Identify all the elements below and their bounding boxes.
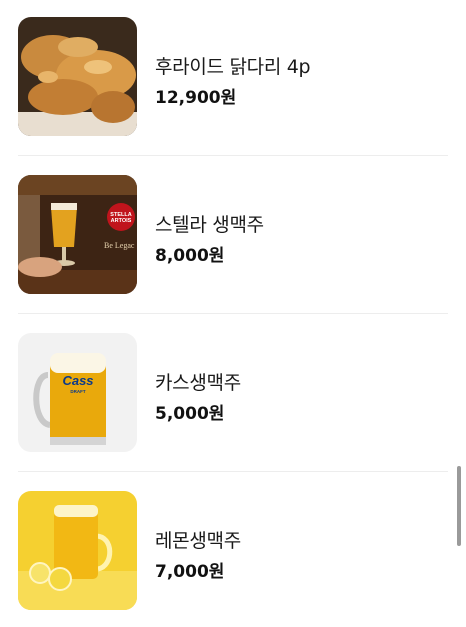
svg-text:Be Legac: Be Legac <box>104 241 135 250</box>
menu-item-name: 스텔라 생맥주 <box>155 214 264 236</box>
divider <box>18 313 448 314</box>
svg-text:ARTOIS: ARTOIS <box>111 218 132 224</box>
menu-item-fried-chicken[interactable]: 후라이드 닭다리 4p 12,900원 <box>0 0 466 158</box>
menu-item-price: 8,000원 <box>155 246 225 266</box>
svg-text:Cass: Cass <box>62 373 93 388</box>
menu-item-name: 후라이드 닭다리 4p <box>155 56 311 78</box>
menu-item-stella[interactable]: STELLA ARTOIS Be Legac 스텔라 생맥주 8,000원 <box>0 158 466 316</box>
divider <box>18 155 448 156</box>
menu-item-name: 카스생맥주 <box>155 372 241 394</box>
scrollbar[interactable] <box>457 466 461 546</box>
menu-list: 후라이드 닭다리 4p 12,900원 STELLA ARTOIS Be Leg… <box>0 0 466 627</box>
fried-chicken-image <box>18 17 137 136</box>
menu-item-cass[interactable]: Cass DRAFT 카스생맥주 5,000원 <box>0 316 466 474</box>
cass-beer-image: Cass DRAFT <box>18 333 137 452</box>
menu-item-price: 12,900원 <box>155 88 237 108</box>
lemon-beer-image <box>18 491 137 610</box>
svg-text:DRAFT: DRAFT <box>70 389 85 394</box>
divider <box>18 471 448 472</box>
menu-item-price: 5,000원 <box>155 404 225 424</box>
menu-item-name: 레몬생맥주 <box>155 530 241 552</box>
menu-item-price: 7,000원 <box>155 562 225 582</box>
menu-item-lemon-beer[interactable]: 레몬생맥주 7,000원 <box>0 474 466 627</box>
stella-beer-image: STELLA ARTOIS Be Legac <box>18 175 137 294</box>
